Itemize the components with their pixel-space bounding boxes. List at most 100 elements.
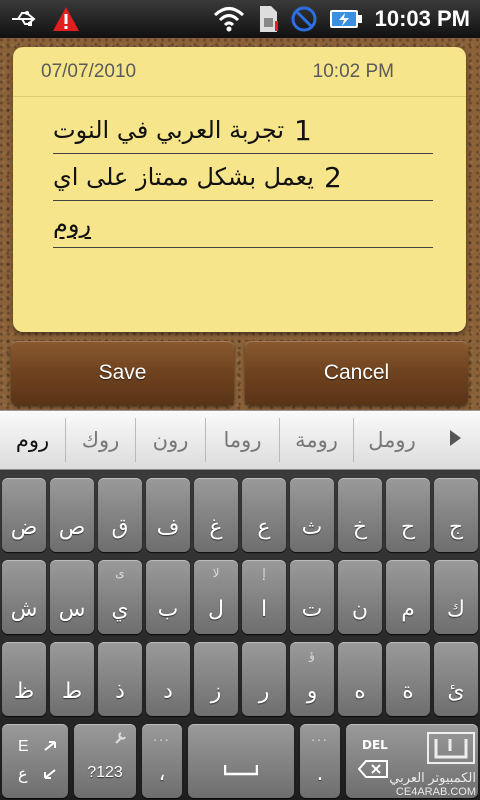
key-label: ذ bbox=[115, 679, 125, 704]
status-clock: 10:03 PM bbox=[374, 6, 470, 31]
key[interactable]: ع bbox=[242, 478, 286, 552]
key[interactable]: ؤو bbox=[290, 642, 334, 716]
key-label: ع bbox=[257, 515, 271, 540]
suggestion-item[interactable]: رومة bbox=[280, 418, 354, 462]
key[interactable]: ش bbox=[2, 560, 46, 634]
note-card[interactable]: 07/07/2010 10:02 PM 1 تجربة العربي في ال… bbox=[13, 47, 466, 332]
key[interactable]: ح bbox=[386, 478, 430, 552]
key[interactable]: ط bbox=[50, 642, 94, 716]
key[interactable]: ف bbox=[146, 478, 190, 552]
cancel-button[interactable]: Cancel bbox=[245, 341, 468, 405]
note-line[interactable]: روم bbox=[53, 201, 433, 248]
chevron-right-icon bbox=[448, 429, 462, 451]
suggestion-item[interactable]: رون bbox=[136, 418, 206, 462]
key-label: ش bbox=[10, 597, 38, 622]
key-label: ت bbox=[301, 597, 323, 622]
note-line-text: روم bbox=[53, 210, 92, 238]
key-label: س bbox=[58, 597, 86, 622]
key[interactable]: ض bbox=[2, 478, 46, 552]
save-button[interactable]: Save bbox=[11, 341, 234, 405]
backspace-icon bbox=[357, 760, 388, 782]
keyboard: ض ص ق ف غ ع ث خ ح ج ش س ىي ب لا ل إا ت ن … bbox=[0, 470, 480, 800]
key-label: ق bbox=[111, 515, 129, 540]
note-text-area[interactable]: 1 تجربة العربي في النوت 2 يعمل بشكل ممتا… bbox=[53, 107, 433, 248]
key[interactable]: ىي bbox=[98, 560, 142, 634]
key-label: ث bbox=[301, 515, 323, 540]
key[interactable]: س bbox=[50, 560, 94, 634]
key[interactable]: د bbox=[146, 642, 190, 716]
key-label: ح bbox=[400, 515, 416, 540]
warning-icon bbox=[52, 6, 80, 32]
space-icon bbox=[223, 761, 259, 780]
key-label: ص bbox=[58, 515, 86, 540]
key[interactable]: م bbox=[386, 560, 430, 634]
key[interactable]: ص bbox=[50, 478, 94, 552]
key-label: د bbox=[163, 679, 173, 704]
key[interactable]: ق bbox=[98, 478, 142, 552]
suggestion-item[interactable]: روك bbox=[66, 418, 136, 462]
key-label: غ bbox=[209, 515, 223, 540]
watermark: الكمبيوتر العربي CE4ARAB.COM bbox=[389, 731, 476, 798]
key-label: ?123 bbox=[87, 764, 123, 781]
key-label: ن bbox=[351, 597, 369, 622]
suggestion-strip: روم روك رون روما رومة رومل bbox=[0, 410, 480, 470]
key[interactable]: ز bbox=[194, 642, 238, 716]
key-alt-label: ... bbox=[153, 730, 171, 744]
key-label: خ bbox=[352, 515, 368, 540]
language-switch-key[interactable]: E ع bbox=[2, 724, 68, 798]
note-line-text: يعمل بشكل ممتاز على اي bbox=[53, 163, 314, 191]
key[interactable]: ب bbox=[146, 560, 190, 634]
key[interactable]: ت bbox=[290, 560, 334, 634]
key-label: و bbox=[306, 679, 318, 704]
key-label: ب bbox=[157, 597, 179, 622]
key[interactable]: ذ bbox=[98, 642, 142, 716]
key[interactable]: ن bbox=[338, 560, 382, 634]
more-suggestions-button[interactable] bbox=[430, 411, 480, 469]
note-line[interactable]: 1 تجربة العربي في النوت bbox=[53, 107, 433, 154]
key[interactable]: ة bbox=[386, 642, 430, 716]
key[interactable]: لا ل bbox=[194, 560, 238, 634]
key-label: ض bbox=[10, 515, 38, 540]
key-alt-label: ؤ bbox=[309, 648, 315, 662]
key[interactable]: خ bbox=[338, 478, 382, 552]
watermark-logo bbox=[389, 731, 476, 770]
key[interactable]: ئ bbox=[434, 642, 478, 716]
key-label: ظ bbox=[13, 679, 35, 704]
key-label: ج bbox=[448, 515, 464, 540]
key-alt-label: ى bbox=[115, 566, 125, 580]
key[interactable]: ر bbox=[242, 642, 286, 716]
suggestion-item[interactable]: روما bbox=[206, 418, 280, 462]
key[interactable]: ك bbox=[434, 560, 478, 634]
key-label: ل bbox=[208, 597, 224, 622]
key[interactable]: ث bbox=[290, 478, 334, 552]
battery-charging-icon bbox=[329, 8, 363, 30]
wifi-icon bbox=[213, 6, 245, 32]
settings-icon bbox=[114, 730, 128, 749]
key-label: ة bbox=[402, 679, 414, 704]
key[interactable]: ظ bbox=[2, 642, 46, 716]
key[interactable]: إا bbox=[242, 560, 286, 634]
note-line-number: 1 bbox=[294, 113, 312, 147]
suggestion-item[interactable]: رومل bbox=[354, 418, 430, 462]
swap-arrows-icon bbox=[42, 740, 58, 784]
no-sync-icon bbox=[291, 6, 317, 32]
space-key[interactable] bbox=[188, 724, 294, 798]
key-alt-label: ... bbox=[311, 730, 329, 744]
key-label: ه bbox=[354, 679, 366, 704]
key-label: ك bbox=[446, 597, 466, 622]
period-key[interactable]: ... . bbox=[300, 724, 340, 798]
key-label: ف bbox=[156, 515, 180, 540]
key[interactable]: ج bbox=[434, 478, 478, 552]
suggestion-item[interactable]: روم bbox=[0, 418, 66, 462]
symbols-key[interactable]: ?123 bbox=[74, 724, 136, 798]
key-label: ئ bbox=[447, 679, 465, 704]
note-line[interactable]: 2 يعمل بشكل ممتاز على اي bbox=[53, 154, 433, 201]
key[interactable]: ه bbox=[338, 642, 382, 716]
watermark-arabic: الكمبيوتر العربي bbox=[389, 770, 476, 785]
key[interactable]: غ bbox=[194, 478, 238, 552]
delete-label: DEL bbox=[362, 738, 388, 752]
key-label: ر bbox=[258, 679, 270, 704]
key-label: ، bbox=[158, 761, 166, 786]
status-bar: 10:03 PM bbox=[0, 0, 480, 38]
comma-key[interactable]: ... ، bbox=[142, 724, 182, 798]
